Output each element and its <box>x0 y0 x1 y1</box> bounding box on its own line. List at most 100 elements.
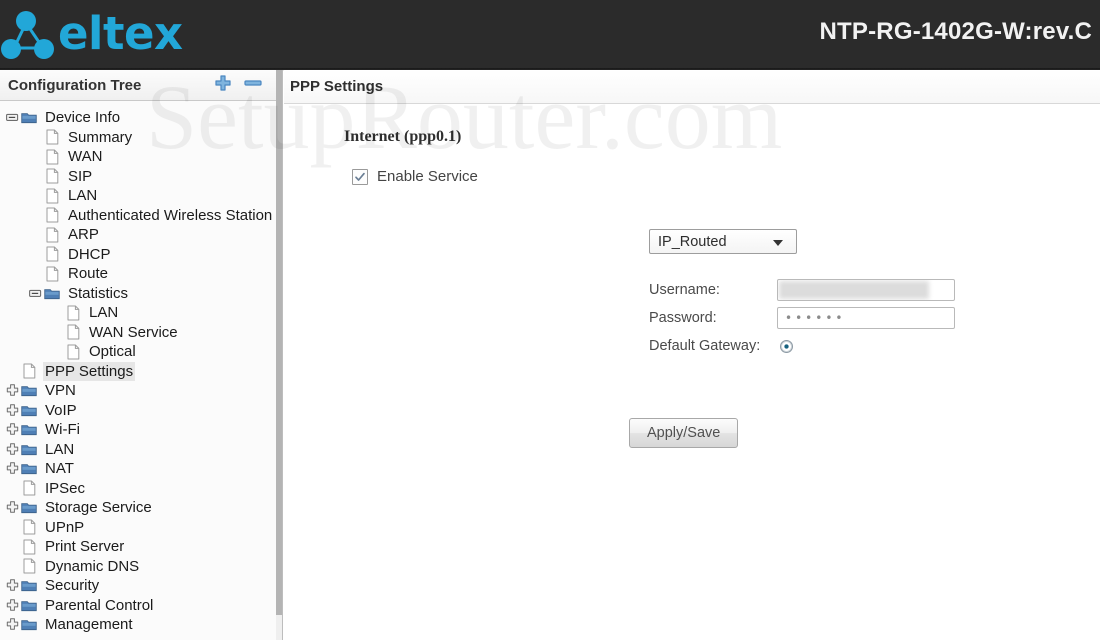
tree-item-parental-control[interactable]: Parental Control <box>0 596 276 616</box>
tree-expander[interactable] <box>4 402 20 418</box>
tree-item-summary[interactable]: Summary <box>0 128 276 148</box>
folder-icon <box>20 500 38 516</box>
tree-item-storage-service[interactable]: Storage Service <box>0 498 276 518</box>
tree-item-authenticated-wireless-station[interactable]: Authenticated Wireless Station <box>0 206 276 226</box>
tree-expander[interactable] <box>27 285 43 301</box>
tree-item-nat[interactable]: NAT <box>0 459 276 479</box>
tree-item-label: Summary <box>68 128 133 146</box>
connection-mode-select[interactable]: IP_Routed <box>649 229 797 254</box>
password-input[interactable]: •••••• <box>777 307 955 329</box>
page-icon <box>20 539 38 555</box>
tree-item-wan[interactable]: WAN <box>0 147 276 167</box>
tree-expand-icon[interactable] <box>6 599 19 612</box>
tree-expander <box>4 363 20 379</box>
tree-expander[interactable] <box>4 383 20 399</box>
tree-item-dhcp[interactable]: DHCP <box>0 245 276 265</box>
tree-item-label: Print Server <box>45 538 125 556</box>
tree-item-ppp-settings[interactable]: PPP Settings <box>0 361 276 382</box>
page-icon <box>43 188 61 204</box>
tree-expander <box>4 519 20 535</box>
chevron-down-icon <box>773 240 783 246</box>
folder-icon <box>43 285 61 301</box>
tree-expand-icon[interactable] <box>6 579 19 592</box>
tree-expander[interactable] <box>4 597 20 613</box>
folder-icon <box>21 425 37 436</box>
tree-item-wi-fi[interactable]: Wi-Fi <box>0 420 276 440</box>
tree-item-lan[interactable]: LAN <box>0 186 276 206</box>
brand-block: eltex <box>0 0 183 70</box>
tree-item-optical[interactable]: Optical <box>0 342 276 362</box>
apply-save-button[interactable]: Apply/Save <box>629 418 739 448</box>
default-gateway-label: Default Gateway: <box>649 338 761 354</box>
tree-collapse-icon[interactable] <box>5 111 19 124</box>
sidebar-header-actions <box>214 74 262 92</box>
tree-item-device-info[interactable]: Device Info <box>0 108 276 128</box>
tree-expander[interactable] <box>4 422 20 438</box>
tree-item-dynamic-dns[interactable]: Dynamic DNS <box>0 557 276 577</box>
minus-icon[interactable] <box>244 78 262 88</box>
tree-item-label: ARP <box>68 226 99 244</box>
tree-item-lan[interactable]: LAN <box>0 303 276 323</box>
tree-expander[interactable] <box>4 578 20 594</box>
content-panel: PPP Settings Internet (ppp0.1) Enable Se… <box>284 70 1100 640</box>
tree-expand-icon[interactable] <box>6 384 19 397</box>
tree-expander[interactable] <box>4 617 20 633</box>
tree-expand-icon[interactable] <box>6 443 19 456</box>
tree-item-security[interactable]: Security <box>0 576 276 596</box>
tree-item-arp[interactable]: ARP <box>0 225 276 245</box>
page-icon <box>22 558 35 574</box>
page-icon <box>22 480 35 496</box>
tree-item-label: VPN <box>45 382 76 400</box>
tree-expand-icon[interactable] <box>6 404 19 417</box>
password-masked-value: •••••• <box>785 311 846 325</box>
tree-item-ipsec[interactable]: IPSec <box>0 479 276 499</box>
default-gateway-row: Default Gateway: <box>649 332 1100 360</box>
tree-expand-icon[interactable] <box>6 618 19 631</box>
connection-mode-value: IP_Routed <box>658 233 727 250</box>
sidebar-scrollbar-thumb[interactable] <box>276 70 282 615</box>
tree-item-statistics[interactable]: Statistics <box>0 284 276 304</box>
tree-expander[interactable] <box>4 500 20 516</box>
folder-icon <box>21 503 37 514</box>
page-icon <box>22 519 35 535</box>
tree-item-vpn[interactable]: VPN <box>0 381 276 401</box>
sidebar-title: Configuration Tree <box>8 76 142 94</box>
tree-expander[interactable] <box>4 461 20 477</box>
username-input[interactable] <box>777 279 955 301</box>
tree-item-voip[interactable]: VoIP <box>0 401 276 421</box>
enable-service-row[interactable]: Enable Service <box>352 168 1100 185</box>
password-row: Password: •••••• <box>649 304 1100 332</box>
tree-item-print-server[interactable]: Print Server <box>0 537 276 557</box>
tree-expander <box>4 480 20 496</box>
tree-item-sip[interactable]: SIP <box>0 167 276 187</box>
tree-item-upnp[interactable]: UPnP <box>0 518 276 538</box>
tree-expander[interactable] <box>4 110 20 126</box>
username-redaction-overlay <box>779 281 929 299</box>
configuration-tree-sidebar: Configuration Tree Device Info Summary WAN… <box>0 70 276 640</box>
tree-item-route[interactable]: Route <box>0 264 276 284</box>
page-icon <box>45 207 58 223</box>
folder-icon <box>20 383 38 399</box>
tree-expand-icon[interactable] <box>6 423 19 436</box>
tree-item-lan[interactable]: LAN <box>0 440 276 460</box>
page-icon <box>64 324 82 340</box>
page-icon <box>66 305 79 321</box>
page-icon <box>66 324 79 340</box>
tree-expand-icon[interactable] <box>6 501 19 514</box>
folder-icon <box>21 600 37 611</box>
enable-service-checkbox[interactable] <box>352 168 368 185</box>
page-icon <box>43 207 61 223</box>
tree-expander[interactable] <box>4 441 20 457</box>
plus-icon[interactable] <box>214 74 232 92</box>
configuration-tree: Device Info Summary WAN SIP LAN Authenticated… <box>0 101 276 635</box>
tree-expand-icon[interactable] <box>6 462 19 475</box>
default-gateway-radio[interactable] <box>780 339 793 353</box>
tree-item-label: VoIP <box>45 401 77 419</box>
page-icon <box>43 266 61 282</box>
tree-item-wan-service[interactable]: WAN Service <box>0 323 276 343</box>
tree-collapse-icon[interactable] <box>28 287 42 300</box>
password-label: Password: <box>649 310 717 326</box>
tree-item-label: Dynamic DNS <box>45 557 140 575</box>
tree-item-label: Statistics <box>68 284 129 302</box>
tree-item-management[interactable]: Management <box>0 615 276 635</box>
